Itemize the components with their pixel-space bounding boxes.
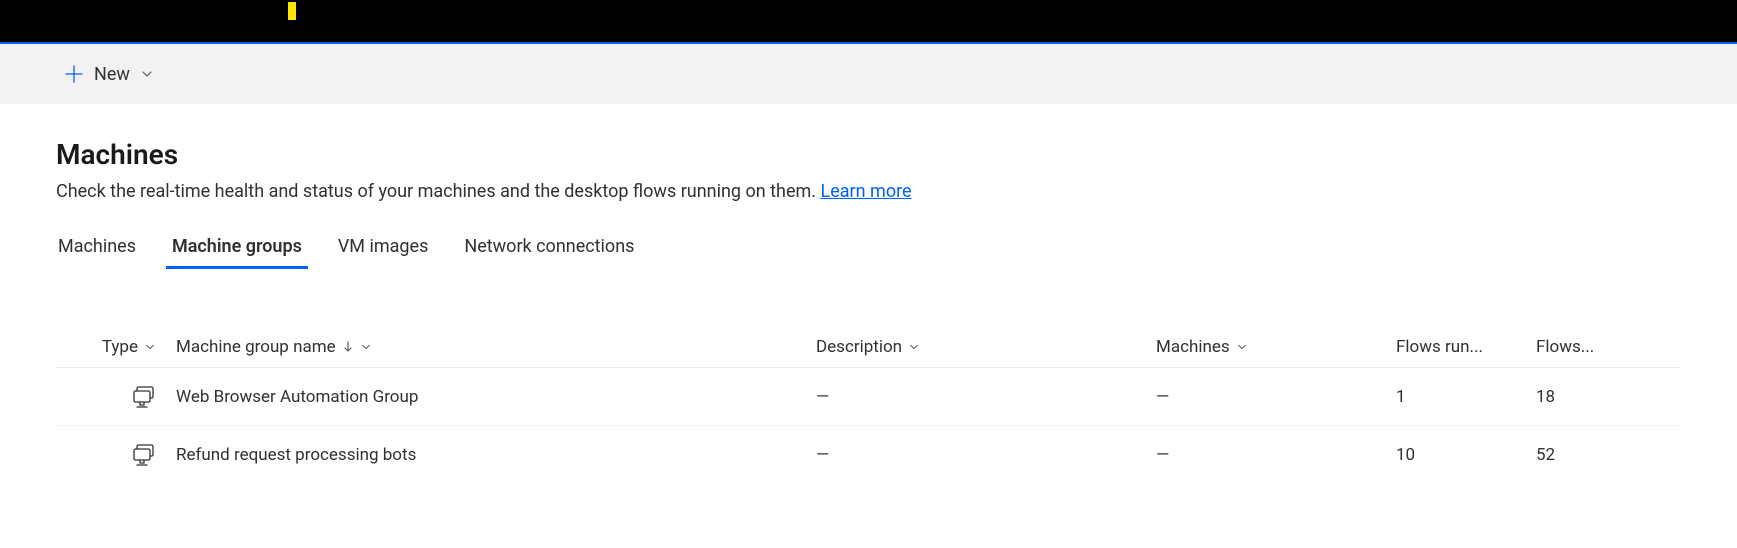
window-top-bar <box>0 0 1737 42</box>
page-content: Machines Check the real-time health and … <box>0 104 1737 484</box>
page-subtitle-text: Check the real-time health and status of… <box>56 181 821 202</box>
row-flows-running-cell: 1 <box>1396 387 1536 407</box>
row-flows-running-cell: 10 <box>1396 445 1536 465</box>
tab-machine-groups[interactable]: Machine groups <box>170 236 304 267</box>
new-button-label: New <box>94 64 130 85</box>
machine-group-icon <box>132 386 156 408</box>
caret-mark-icon <box>288 2 296 20</box>
learn-more-link[interactable]: Learn more <box>821 181 912 202</box>
row-type-cell <box>56 386 176 408</box>
sort-down-icon <box>342 340 354 354</box>
machine-groups-table: Type Machine group name Description <box>56 327 1681 484</box>
row-name-cell[interactable]: Refund request processing bots <box>176 445 816 465</box>
tab-machines[interactable]: Machines <box>56 236 138 267</box>
machine-group-icon <box>132 444 156 466</box>
row-name-cell[interactable]: Web Browser Automation Group <box>176 387 816 407</box>
table-row[interactable]: Refund request processing bots — — 10 52 <box>56 426 1681 484</box>
command-bar: New <box>0 44 1737 104</box>
new-button[interactable]: New <box>56 58 162 91</box>
tabs: Machines Machine groups VM images Networ… <box>56 236 1681 267</box>
table-header-row: Type Machine group name Description <box>56 327 1681 368</box>
row-machines-cell: — <box>1156 445 1396 465</box>
row-flows-queued-cell: 18 <box>1536 387 1676 407</box>
column-header-description-label: Description <box>816 337 902 357</box>
row-flows-queued-cell: 52 <box>1536 445 1676 465</box>
column-header-machines[interactable]: Machines <box>1156 337 1396 357</box>
table-row[interactable]: Web Browser Automation Group — — 1 18 <box>56 368 1681 426</box>
column-header-description[interactable]: Description <box>816 337 1156 357</box>
tab-vm-images[interactable]: VM images <box>336 236 431 267</box>
chevron-down-icon <box>144 341 156 353</box>
row-machines-cell: — <box>1156 387 1396 407</box>
column-header-flows-running[interactable]: Flows run... <box>1396 337 1536 357</box>
column-header-flows-queued-label: Flows... <box>1536 337 1594 357</box>
row-type-cell <box>56 444 176 466</box>
column-header-machines-label: Machines <box>1156 337 1230 357</box>
row-description-cell: — <box>816 387 1156 407</box>
chevron-down-icon <box>908 341 920 353</box>
chevron-down-icon <box>140 67 154 81</box>
column-header-type-label: Type <box>102 337 138 357</box>
tab-network-connections[interactable]: Network connections <box>462 236 636 267</box>
column-header-flows-running-label: Flows run... <box>1396 337 1483 357</box>
row-description-cell: — <box>816 445 1156 465</box>
page-subtitle: Check the real-time health and status of… <box>56 181 1681 202</box>
column-header-name[interactable]: Machine group name <box>176 337 816 357</box>
column-header-flows-queued[interactable]: Flows... <box>1536 337 1676 357</box>
page-title: Machines <box>56 138 1681 171</box>
plus-icon <box>64 64 84 84</box>
column-header-name-label: Machine group name <box>176 337 336 357</box>
chevron-down-icon <box>360 341 372 353</box>
column-header-type[interactable]: Type <box>56 337 176 357</box>
chevron-down-icon <box>1236 341 1248 353</box>
